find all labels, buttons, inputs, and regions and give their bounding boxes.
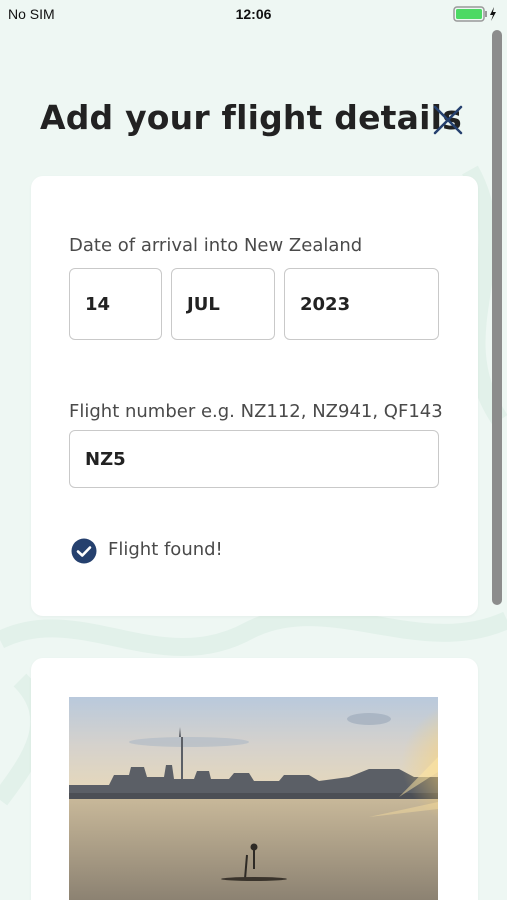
close-icon[interactable] bbox=[428, 100, 468, 140]
flight-number-label: Flight number e.g. NZ112, NZ941, QF143 bbox=[69, 401, 443, 422]
check-circle-icon bbox=[71, 538, 97, 564]
status-time: 12:06 bbox=[235, 6, 272, 22]
arrival-day-field[interactable]: 14 bbox=[69, 268, 162, 340]
arrival-year-field[interactable]: 2023 bbox=[284, 268, 439, 340]
arrival-date-label: Date of arrival into New Zealand bbox=[69, 235, 363, 256]
status-bar: No SIM 12:06 bbox=[0, 0, 507, 28]
battery-icon bbox=[453, 6, 496, 22]
auckland-harbour-image bbox=[69, 697, 438, 900]
arrival-month-field[interactable]: JUL bbox=[171, 268, 275, 340]
scrollbar[interactable] bbox=[492, 30, 502, 605]
flight-found-text: Flight found! bbox=[108, 539, 223, 560]
flight-number-input[interactable]: NZ5 bbox=[69, 430, 439, 488]
page-title: Add your flight details bbox=[40, 98, 462, 137]
